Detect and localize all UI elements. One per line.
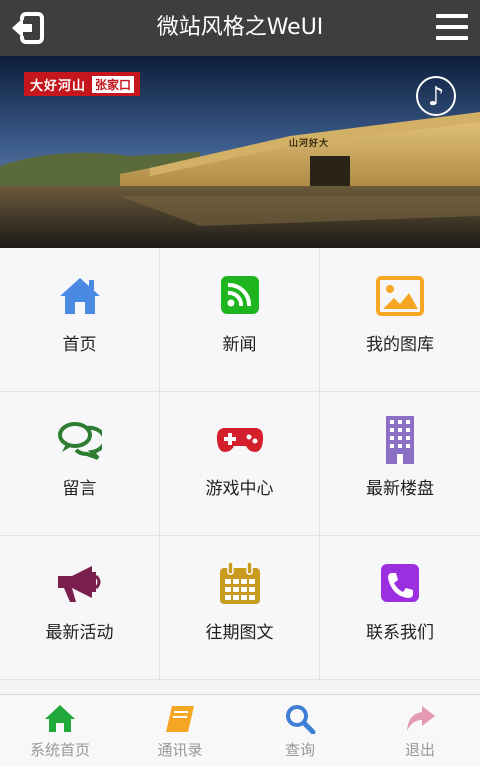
grid-item-label: 联系我们 [366, 623, 434, 643]
grid-item-archive[interactable]: 往期图文 [160, 536, 320, 680]
home-icon [45, 705, 75, 732]
share-icon [407, 706, 435, 731]
grid-item-home[interactable]: 首页 [0, 248, 160, 392]
brand-text: 大好河山 [30, 78, 87, 94]
grid-item-label: 新闻 [222, 335, 257, 355]
tab-contacts[interactable]: 通讯录 [120, 695, 240, 766]
grid-item-label: 我的图库 [366, 335, 434, 355]
grid-item-label: 游戏中心 [205, 479, 274, 499]
grid-item-games[interactable]: 游戏中心 [160, 392, 320, 536]
tab-label: 退出 [404, 741, 435, 759]
grid-item-label: 往期图文 [205, 623, 274, 643]
top-bar: 微站风格之WeUI [0, 0, 480, 56]
tab-system-home[interactable]: 系统首页 [0, 695, 120, 766]
hamburger-icon [436, 14, 468, 40]
grid-item-properties[interactable]: 最新楼盘 [320, 392, 480, 536]
home-icon [59, 278, 100, 314]
menu-button[interactable] [436, 12, 468, 42]
phone-icon [381, 564, 419, 602]
tab-logout[interactable]: 退出 [360, 695, 480, 766]
gamepad-icon [216, 428, 263, 452]
tab-label: 查询 [284, 741, 315, 759]
tab-search[interactable]: 查询 [240, 695, 360, 766]
chat-icon [57, 422, 102, 460]
calendar-icon [219, 562, 260, 604]
tab-label: 系统首页 [29, 741, 90, 759]
wall-sign: 山河好大 [289, 139, 330, 149]
book-icon [166, 706, 194, 732]
tab-label: 通讯录 [157, 741, 203, 759]
banner-image: 大好河山 张家口 山河好大 ♪ [0, 56, 480, 248]
grid-item-events[interactable]: 最新活动 [0, 536, 160, 680]
grid-item-gallery[interactable]: 我的图库 [320, 248, 480, 392]
bottom-tab-bar: 系统首页 通讯录 查询 退出 [0, 694, 480, 766]
grid-item-label: 留言 [62, 479, 97, 499]
megaphone-icon [57, 566, 100, 602]
brand-subtext: 张家口 [92, 75, 135, 93]
image-icon [376, 276, 424, 316]
brand-banner: 大好河山 张家口 [24, 72, 141, 96]
grid-item-label: 首页 [62, 335, 97, 355]
page-title: 微站风格之WeUI [156, 15, 324, 40]
building-icon [386, 416, 414, 464]
grid-item-label: 最新楼盘 [366, 479, 434, 499]
rss-icon [220, 276, 259, 314]
search-icon [286, 705, 316, 734]
music-note-icon: ♪ [427, 82, 445, 112]
grid-item-message[interactable]: 留言 [0, 392, 160, 536]
menu-grid: 首页 新闻 我的图库 留言 游戏中心 最新楼盘 最新活动 往期图文 联系我们 [0, 248, 480, 680]
music-button[interactable]: ♪ [416, 76, 456, 116]
grid-item-label: 最新活动 [45, 623, 114, 643]
grid-item-news[interactable]: 新闻 [160, 248, 320, 392]
grid-item-contact[interactable]: 联系我们 [320, 536, 480, 680]
